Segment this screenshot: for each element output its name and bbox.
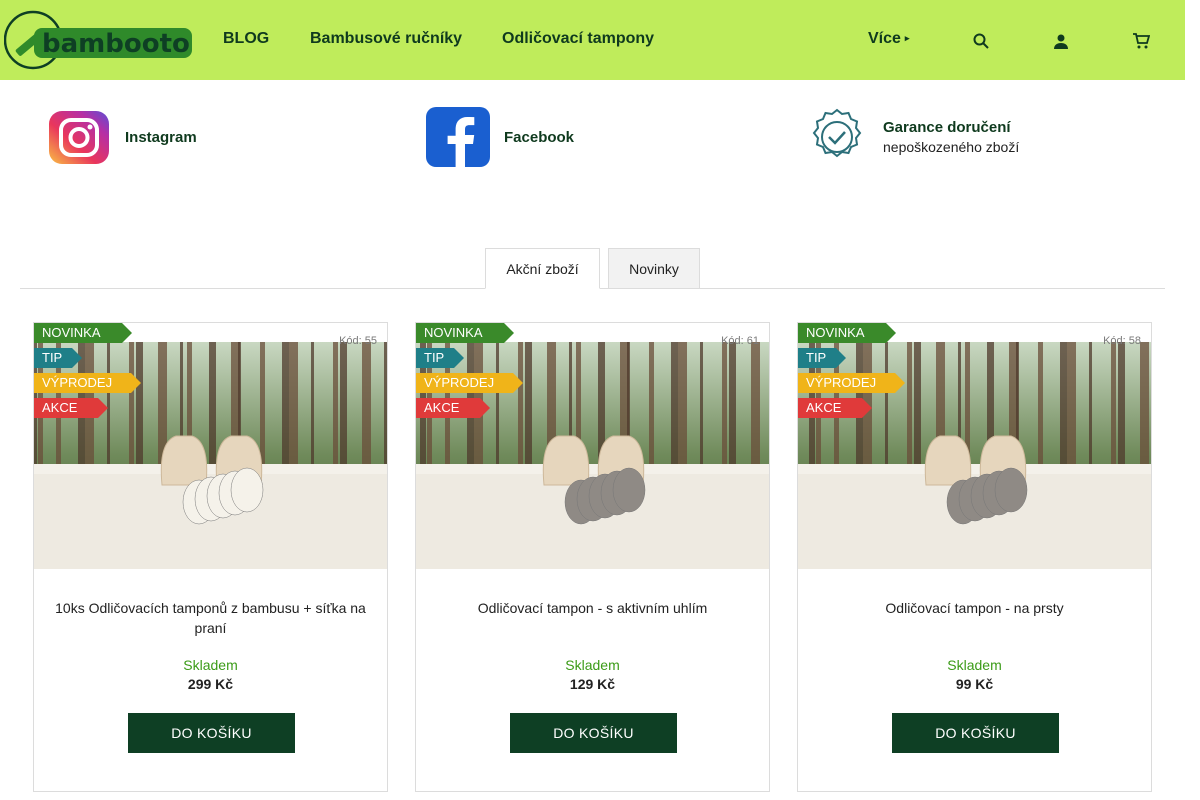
add-to-cart-button[interactable]: DO KOŠÍKU: [892, 713, 1059, 753]
flag-tip: TIP: [416, 348, 464, 368]
verified-badge-icon: [808, 108, 866, 166]
product-card[interactable]: Kód: 61 NOVINKA TIP VÝPRODEJ AKCE Odličo…: [415, 322, 770, 792]
flag-tip: TIP: [34, 348, 82, 368]
product-name[interactable]: Odličovací tampon - s aktivním uhlím: [430, 598, 755, 618]
nav-bamboo-towels[interactable]: Bambusové ručníky: [310, 30, 462, 48]
instagram-link[interactable]: Instagram: [48, 106, 197, 168]
delivery-guarantee: Garance doručení nepoškozeného zboží: [808, 106, 1019, 168]
product-stock: Skladem: [183, 657, 238, 673]
facebook-label: Facebook: [504, 128, 575, 146]
flag-akce: AKCE: [798, 398, 872, 418]
instagram-label: Instagram: [125, 128, 197, 146]
flag-akce: AKCE: [416, 398, 490, 418]
flag-vyprodej: VÝPRODEJ: [416, 373, 523, 393]
facebook-icon: [425, 106, 491, 168]
product-name[interactable]: 10ks Odličovacích tamponů z bambusu + sí…: [48, 598, 373, 638]
cart-icon[interactable]: [1132, 32, 1150, 50]
product-code: Kód: 55: [339, 335, 377, 347]
flag-novinka: NOVINKA: [416, 323, 514, 343]
product-price: 299 Kč: [187, 676, 234, 692]
product-code: Kód: 58: [1103, 335, 1141, 347]
tab-new-items[interactable]: Novinky: [608, 248, 700, 289]
add-to-cart-button[interactable]: DO KOŠÍKU: [510, 713, 677, 753]
guarantee-subtitle: nepoškozeného zboží: [883, 139, 1020, 155]
flag-novinka: NOVINKA: [34, 323, 132, 343]
product-price: 99 Kč: [955, 676, 994, 692]
product-code: Kód: 61: [721, 335, 759, 347]
product-card[interactable]: Kód: 55 NOVINKA TIP VÝPRODEJ AKCE 10ks O…: [33, 322, 388, 792]
site-header: bambooto BLOG Bambusové ručníky Odličova…: [0, 0, 1185, 80]
product-card[interactable]: Kód: 58 NOVINKA TIP VÝPRODEJ AKCE Odličo…: [797, 322, 1152, 792]
nav-more[interactable]: Více ▸: [868, 30, 909, 48]
nav-more-label: Více: [868, 30, 901, 47]
chevron-right-icon: ▸: [904, 33, 910, 43]
product-price: 129 Kč: [569, 676, 616, 692]
flag-akce: AKCE: [34, 398, 108, 418]
flag-novinka: NOVINKA: [798, 323, 896, 343]
search-icon[interactable]: [972, 32, 990, 50]
user-icon[interactable]: [1052, 32, 1070, 50]
instagram-icon: [48, 109, 110, 165]
bambooto-logo[interactable]: bambooto: [3, 10, 194, 70]
nav-makeup-pads[interactable]: Odličovací tampony: [502, 30, 654, 48]
product-name[interactable]: Odličovací tampon - na prsty: [812, 598, 1137, 618]
flag-tip: TIP: [798, 348, 846, 368]
tab-sale-items[interactable]: Akční zboží: [485, 248, 600, 289]
product-stock: Skladem: [947, 657, 1002, 673]
guarantee-title: Garance doručení: [883, 119, 1011, 136]
svg-text:bambooto: bambooto: [42, 29, 190, 59]
add-to-cart-button[interactable]: DO KOŠÍKU: [128, 713, 295, 753]
flag-vyprodej: VÝPRODEJ: [798, 373, 905, 393]
flag-vyprodej: VÝPRODEJ: [34, 373, 141, 393]
product-stock: Skladem: [565, 657, 620, 673]
facebook-link[interactable]: Facebook: [425, 106, 574, 168]
nav-blog[interactable]: BLOG: [223, 30, 269, 48]
